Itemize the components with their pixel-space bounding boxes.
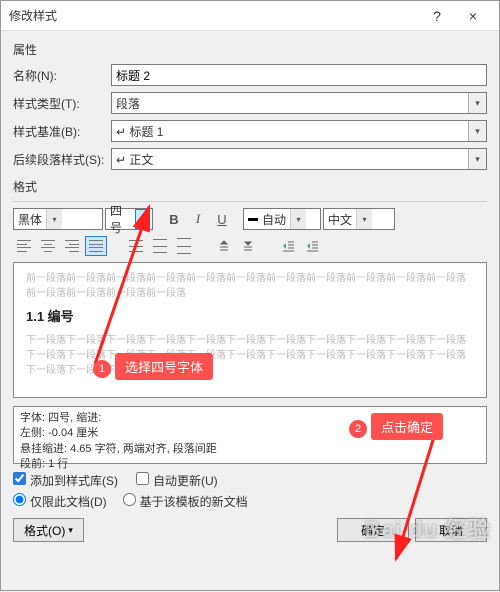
section-format: 格式 <box>13 178 487 195</box>
align-right-button[interactable] <box>61 236 83 256</box>
style-type-select[interactable]: 段落 ▾ <box>111 92 487 114</box>
label-style-base: 样式基准(B): <box>13 123 111 140</box>
style-preview: 前一段落前一段落前一段落前一段落前一段落前一段落前一段落前一段落前一段落前一段落… <box>13 262 487 398</box>
font-family-select[interactable]: 黑体▾ <box>13 208 103 230</box>
add-to-gallery-checkbox[interactable]: 添加到样式库(S) <box>13 472 118 489</box>
line-spacing-1-button[interactable] <box>125 236 147 256</box>
indent-decrease-button[interactable] <box>277 236 299 256</box>
space-before-inc-button[interactable] <box>213 236 235 256</box>
format-menu-button[interactable]: 格式(O) ▾ <box>13 518 84 542</box>
paragraph-toolbar <box>13 234 487 262</box>
align-center-button[interactable] <box>37 236 59 256</box>
chevron-down-icon: ▾ <box>468 93 486 113</box>
help-button[interactable]: ? <box>419 2 455 30</box>
chevron-down-icon: ▾ <box>468 121 486 141</box>
font-color-select[interactable]: 自动▾ <box>243 208 321 230</box>
bold-button[interactable]: B <box>163 208 185 230</box>
section-properties: 属性 <box>13 41 487 58</box>
label-style-type: 样式类型(T): <box>13 95 111 112</box>
only-this-doc-radio[interactable]: 仅限此文档(D) <box>13 493 107 510</box>
label-name: 名称(N): <box>13 67 111 84</box>
font-size-select[interactable]: 四号▾ <box>105 208 153 230</box>
line-spacing-2-button[interactable] <box>173 236 195 256</box>
align-justify-button[interactable] <box>85 236 107 256</box>
chevron-down-icon: ▾ <box>468 149 486 169</box>
divider <box>13 201 487 202</box>
space-before-dec-button[interactable] <box>237 236 259 256</box>
name-input[interactable] <box>111 64 487 86</box>
format-toolbar: 黑体▾ 四号▾ B I U 自动▾ 中文▾ <box>13 208 487 230</box>
underline-button[interactable]: U <box>211 208 233 230</box>
modify-style-dialog: 修改样式 ? × 属性 名称(N): 样式类型(T): 段落 ▾ 样式基准(B)… <box>0 0 500 591</box>
close-button[interactable]: × <box>455 2 491 30</box>
align-left-button[interactable] <box>13 236 35 256</box>
line-spacing-1_5-button[interactable] <box>149 236 171 256</box>
language-select[interactable]: 中文▾ <box>323 208 395 230</box>
chevron-down-icon: ▾ <box>135 209 150 229</box>
auto-update-checkbox[interactable]: 自动更新(U) <box>136 472 218 489</box>
indent-increase-button[interactable] <box>301 236 323 256</box>
dialog-title: 修改样式 <box>9 7 419 24</box>
watermark: Bai du 经验 <box>365 512 491 544</box>
preview-heading: 1.1 编号 <box>26 307 474 327</box>
italic-button[interactable]: I <box>187 208 209 230</box>
style-description: 字体: 四号, 缩进: 左侧: -0.04 厘米 悬挂缩进: 4.65 字符, … <box>13 406 487 464</box>
chevron-down-icon: ▾ <box>46 209 62 229</box>
preview-before-text: 前一段落前一段落前一段落前一段落前一段落前一段落前一段落前一段落前一段落前一段落… <box>26 271 474 301</box>
label-follow-style: 后续段落样式(S): <box>13 151 111 168</box>
chevron-down-icon: ▾ <box>290 209 306 229</box>
follow-style-select[interactable]: ↵ 正文 ▾ <box>111 148 487 170</box>
style-base-select[interactable]: ↵ 标题 1 ▾ <box>111 120 487 142</box>
titlebar: 修改样式 ? × <box>1 1 499 31</box>
preview-after-text: 下一段落下一段落下一段落下一段落下一段落下一段落下一段落下一段落下一段落下一段落… <box>26 333 474 378</box>
based-on-template-radio[interactable]: 基于该模板的新文档 <box>123 493 248 510</box>
chevron-down-icon: ▾ <box>356 209 372 229</box>
